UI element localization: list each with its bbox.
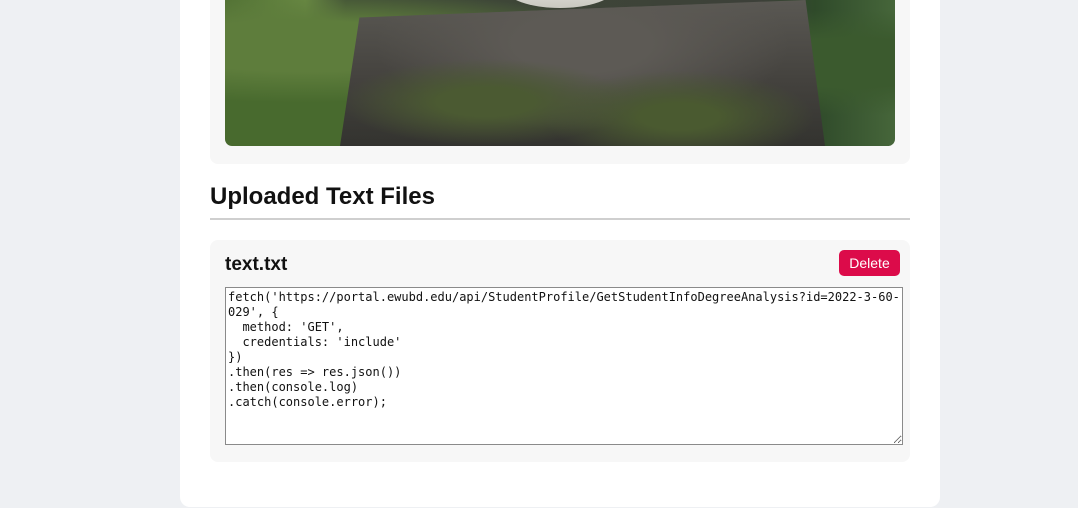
file-content-textarea[interactable]: fetch('https://portal.ewubd.edu/api/Stud… <box>225 287 903 445</box>
bowl-shape <box>505 0 615 8</box>
stone-shape <box>340 0 825 146</box>
uploaded-image-panel <box>210 0 910 164</box>
delete-button[interactable]: Delete <box>839 250 900 276</box>
main-card: Uploaded Text Files text.txt Delete fetc… <box>180 0 940 507</box>
section-title: Uploaded Text Files <box>210 183 910 220</box>
uploaded-image <box>225 0 895 146</box>
file-name: text.txt <box>225 254 288 275</box>
text-file-card: text.txt Delete fetch('https://portal.ew… <box>210 240 910 462</box>
